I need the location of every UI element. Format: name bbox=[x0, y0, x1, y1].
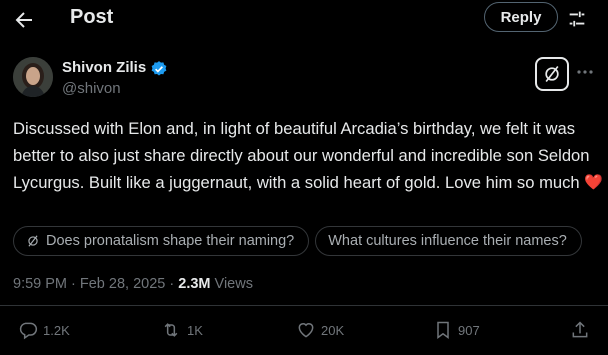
share-icon bbox=[572, 321, 588, 338]
sliders-icon[interactable] bbox=[566, 8, 588, 30]
post-body: Discussed with Elon and, in light of bea… bbox=[13, 119, 590, 192]
verified-badge-icon bbox=[150, 60, 168, 78]
reply-icon bbox=[19, 322, 38, 340]
meta-separator: · bbox=[169, 276, 179, 292]
post-meta: 9:59 PM · Feb 28, 2025 · 2.3M Views bbox=[13, 276, 253, 292]
back-arrow-icon[interactable] bbox=[12, 8, 36, 32]
heart-icon bbox=[298, 323, 314, 338]
post-date[interactable]: Feb 28, 2025 bbox=[80, 276, 165, 292]
views-label: Views bbox=[214, 276, 253, 292]
like-count: 20K bbox=[321, 322, 345, 338]
views-count: 2.3M bbox=[178, 276, 211, 292]
heart-emoji: ❤️ bbox=[584, 174, 603, 191]
post-text: Discussed with Elon and, in light of bea… bbox=[13, 115, 603, 196]
author-name[interactable]: Shivon Zilis bbox=[62, 59, 146, 76]
meta-separator: · bbox=[71, 276, 80, 292]
bookmark-action[interactable]: 907 bbox=[433, 320, 480, 340]
author-handle[interactable]: @shivon bbox=[62, 80, 121, 97]
more-horizontal-icon[interactable] bbox=[576, 62, 594, 79]
bookmark-icon bbox=[437, 321, 449, 339]
grok-suggestion-chip[interactable]: What cultures influence their names? bbox=[315, 226, 582, 256]
post-time[interactable]: 9:59 PM bbox=[13, 276, 67, 292]
grok-icon bbox=[28, 235, 38, 247]
bookmark-count: 907 bbox=[458, 322, 480, 338]
page-title: Post bbox=[70, 6, 114, 28]
grok-suggestion-chip[interactable]: Does pronatalism shape their naming? bbox=[13, 226, 310, 256]
reply-count: 1.2K bbox=[43, 322, 70, 338]
repost-action[interactable]: 1K bbox=[160, 320, 203, 340]
action-bar: 1.2K 1K 20K 907 bbox=[0, 320, 608, 348]
like-action[interactable]: 20K bbox=[296, 320, 344, 340]
share-action[interactable] bbox=[570, 320, 595, 340]
avatar[interactable] bbox=[13, 57, 53, 97]
reply-action[interactable]: 1.2K bbox=[18, 320, 70, 340]
divider bbox=[0, 305, 608, 306]
grok-suggestions: Does pronatalism shape their naming? Wha… bbox=[13, 226, 608, 258]
reply-button[interactable]: Reply bbox=[484, 2, 558, 32]
grok-suggestion-label: Does pronatalism shape their naming? bbox=[46, 233, 295, 249]
repost-icon bbox=[164, 323, 178, 337]
repost-count: 1K bbox=[187, 322, 203, 338]
grok-icon[interactable] bbox=[535, 57, 569, 91]
grok-suggestion-label: What cultures influence their names? bbox=[328, 233, 567, 249]
